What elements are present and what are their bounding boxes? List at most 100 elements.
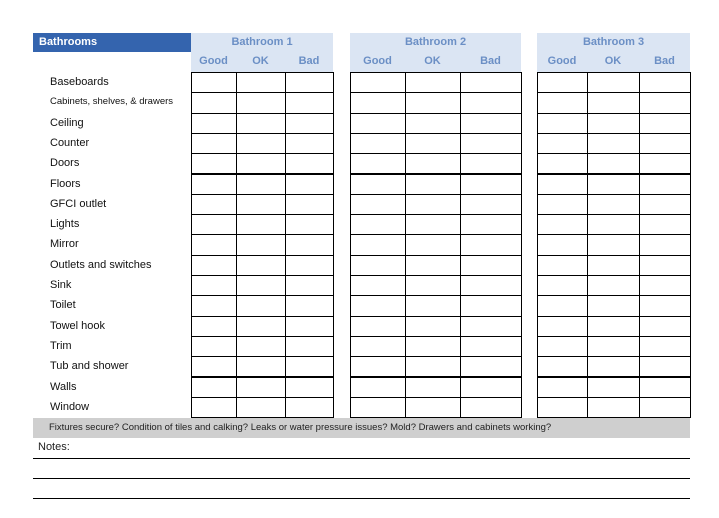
- rating-cell[interactable]: [460, 234, 522, 256]
- rating-cell[interactable]: [191, 92, 237, 114]
- rating-cell[interactable]: [460, 315, 522, 337]
- rating-cell[interactable]: [537, 112, 588, 134]
- rating-cell[interactable]: [587, 214, 640, 236]
- rating-cell[interactable]: [405, 234, 461, 256]
- rating-cell[interactable]: [587, 335, 640, 358]
- rating-cell[interactable]: [587, 396, 640, 419]
- rating-cell[interactable]: [191, 295, 237, 317]
- rating-cell[interactable]: [236, 335, 286, 358]
- rating-cell[interactable]: [285, 132, 334, 155]
- rating-cell[interactable]: [460, 254, 522, 276]
- rating-cell[interactable]: [587, 153, 640, 175]
- rating-cell[interactable]: [460, 396, 522, 419]
- rating-cell[interactable]: [350, 275, 406, 297]
- rating-cell[interactable]: [285, 214, 334, 236]
- rating-cell[interactable]: [587, 72, 640, 94]
- rating-cell[interactable]: [191, 254, 237, 276]
- rating-cell[interactable]: [285, 173, 334, 195]
- rating-cell[interactable]: [460, 112, 522, 134]
- rating-cell[interactable]: [587, 376, 640, 398]
- rating-cell[interactable]: [191, 234, 237, 256]
- rating-cell[interactable]: [191, 315, 237, 337]
- rating-cell[interactable]: [587, 295, 640, 317]
- rating-cell[interactable]: [639, 193, 691, 216]
- rating-cell[interactable]: [191, 356, 237, 378]
- rating-cell[interactable]: [405, 356, 461, 378]
- rating-cell[interactable]: [285, 396, 334, 419]
- notes-line[interactable]: [33, 498, 690, 499]
- rating-cell[interactable]: [350, 254, 406, 276]
- rating-cell[interactable]: [236, 254, 286, 276]
- rating-cell[interactable]: [460, 214, 522, 236]
- rating-cell[interactable]: [460, 275, 522, 297]
- rating-cell[interactable]: [350, 335, 406, 358]
- rating-cell[interactable]: [350, 193, 406, 216]
- rating-cell[interactable]: [405, 295, 461, 317]
- rating-cell[interactable]: [285, 92, 334, 114]
- rating-cell[interactable]: [537, 132, 588, 155]
- rating-cell[interactable]: [350, 153, 406, 175]
- notes-line[interactable]: [33, 458, 690, 459]
- rating-cell[interactable]: [236, 275, 286, 297]
- rating-cell[interactable]: [236, 112, 286, 134]
- rating-cell[interactable]: [460, 173, 522, 195]
- rating-cell[interactable]: [405, 112, 461, 134]
- rating-cell[interactable]: [405, 335, 461, 358]
- rating-cell[interactable]: [285, 112, 334, 134]
- rating-cell[interactable]: [405, 254, 461, 276]
- rating-cell[interactable]: [460, 335, 522, 358]
- rating-cell[interactable]: [639, 72, 691, 94]
- rating-cell[interactable]: [587, 193, 640, 216]
- rating-cell[interactable]: [460, 295, 522, 317]
- rating-cell[interactable]: [537, 275, 588, 297]
- rating-cell[interactable]: [405, 275, 461, 297]
- rating-cell[interactable]: [639, 254, 691, 276]
- rating-cell[interactable]: [639, 315, 691, 337]
- rating-cell[interactable]: [460, 92, 522, 114]
- rating-cell[interactable]: [191, 214, 237, 236]
- rating-cell[interactable]: [285, 315, 334, 337]
- rating-cell[interactable]: [236, 72, 286, 94]
- rating-cell[interactable]: [639, 275, 691, 297]
- rating-cell[interactable]: [236, 132, 286, 155]
- rating-cell[interactable]: [639, 132, 691, 155]
- rating-cell[interactable]: [350, 376, 406, 398]
- rating-cell[interactable]: [236, 315, 286, 337]
- rating-cell[interactable]: [350, 173, 406, 195]
- rating-cell[interactable]: [639, 173, 691, 195]
- rating-cell[interactable]: [405, 132, 461, 155]
- rating-cell[interactable]: [191, 275, 237, 297]
- rating-cell[interactable]: [191, 153, 237, 175]
- rating-cell[interactable]: [460, 153, 522, 175]
- rating-cell[interactable]: [236, 356, 286, 378]
- rating-cell[interactable]: [405, 92, 461, 114]
- rating-cell[interactable]: [639, 234, 691, 256]
- rating-cell[interactable]: [191, 72, 237, 94]
- rating-cell[interactable]: [236, 173, 286, 195]
- rating-cell[interactable]: [405, 193, 461, 216]
- rating-cell[interactable]: [537, 234, 588, 256]
- rating-cell[interactable]: [236, 234, 286, 256]
- notes-line[interactable]: [33, 478, 690, 479]
- rating-cell[interactable]: [460, 356, 522, 378]
- rating-cell[interactable]: [587, 92, 640, 114]
- rating-cell[interactable]: [350, 214, 406, 236]
- rating-cell[interactable]: [405, 376, 461, 398]
- rating-cell[interactable]: [236, 295, 286, 317]
- rating-cell[interactable]: [285, 295, 334, 317]
- rating-cell[interactable]: [191, 396, 237, 419]
- rating-cell[interactable]: [285, 234, 334, 256]
- rating-cell[interactable]: [639, 295, 691, 317]
- rating-cell[interactable]: [236, 214, 286, 236]
- rating-cell[interactable]: [537, 376, 588, 398]
- rating-cell[interactable]: [537, 254, 588, 276]
- rating-cell[interactable]: [639, 92, 691, 114]
- rating-cell[interactable]: [460, 72, 522, 94]
- rating-cell[interactable]: [460, 376, 522, 398]
- rating-cell[interactable]: [405, 72, 461, 94]
- rating-cell[interactable]: [191, 193, 237, 216]
- rating-cell[interactable]: [285, 376, 334, 398]
- rating-cell[interactable]: [537, 396, 588, 419]
- rating-cell[interactable]: [587, 275, 640, 297]
- rating-cell[interactable]: [285, 254, 334, 276]
